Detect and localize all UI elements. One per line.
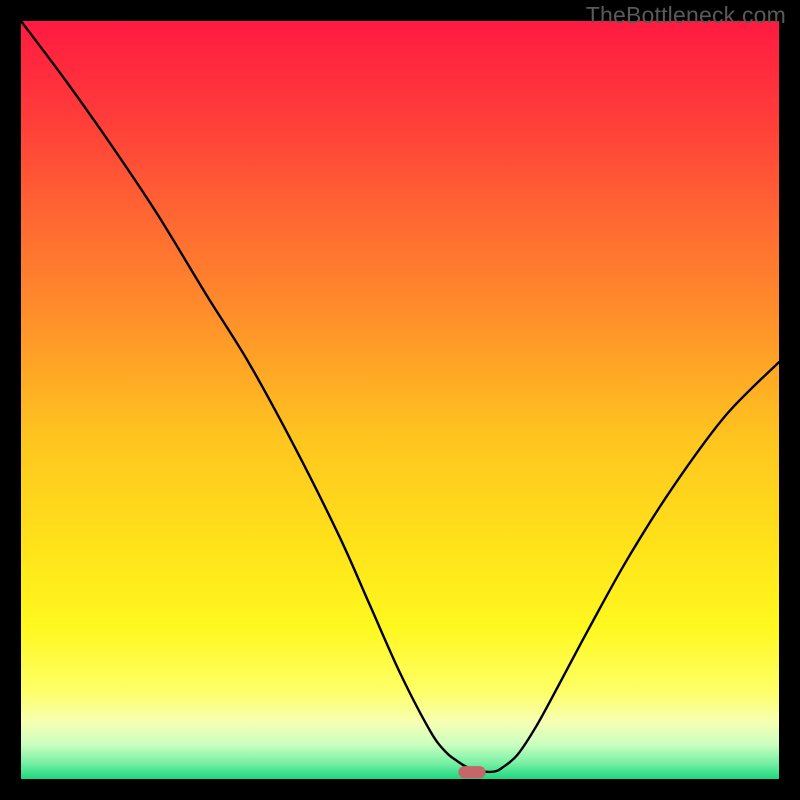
- gradient-background: [21, 21, 779, 779]
- bottleneck-chart: [21, 21, 779, 779]
- watermark-text: TheBottleneck.com: [586, 2, 786, 29]
- chart-frame: TheBottleneck.com: [0, 0, 800, 800]
- optimal-point-marker: [458, 766, 485, 778]
- chart-plot-area: [21, 21, 779, 779]
